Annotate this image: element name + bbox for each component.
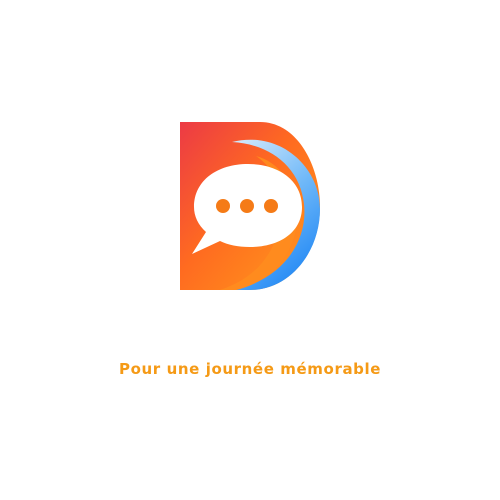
- letter-d-chat-bubble-icon: [180, 122, 320, 290]
- chat-dot-3: [264, 199, 278, 213]
- tagline-text: Pour une journée mémorable: [118, 360, 382, 378]
- logo-canvas: Pour une journée mémorable: [0, 0, 500, 500]
- chat-dot-2: [240, 199, 254, 213]
- chat-dot-1: [216, 199, 230, 213]
